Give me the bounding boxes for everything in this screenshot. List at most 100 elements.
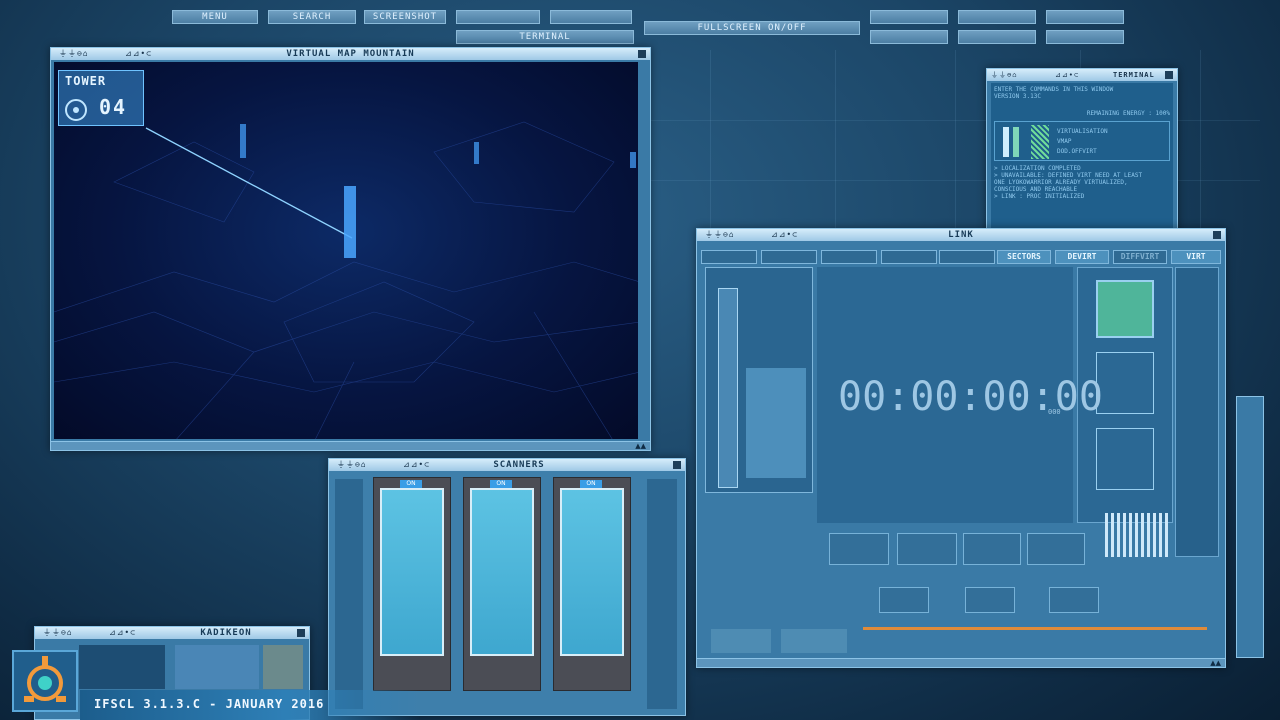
empty-tab[interactable] bbox=[761, 250, 817, 264]
empty-menu-slot[interactable] bbox=[870, 10, 948, 24]
search-button[interactable]: SEARCH bbox=[268, 10, 356, 24]
close-icon[interactable] bbox=[1165, 71, 1173, 79]
terminal-window[interactable]: ⏚⏚⊖⌂ ⊿⊿•⊂ TERMINAL ENTER THE COMMANDS IN… bbox=[986, 68, 1178, 236]
scanner-pod[interactable]: ON bbox=[463, 477, 541, 691]
empty-menu-slot[interactable] bbox=[550, 10, 632, 24]
kadikeon-graph bbox=[79, 645, 165, 689]
window-control-icons[interactable]: ⊿⊿•⊂ bbox=[403, 459, 430, 471]
screenshot-button[interactable]: SCREENSHOT bbox=[364, 10, 446, 24]
virt-gauge bbox=[1003, 127, 1009, 157]
menu-button[interactable]: MENU bbox=[172, 10, 258, 24]
energy-bar bbox=[718, 288, 738, 488]
tab-diffvirt[interactable]: DIFFVIRT bbox=[1113, 250, 1167, 264]
empty-tab[interactable] bbox=[881, 250, 937, 264]
info-panel bbox=[705, 267, 813, 493]
transfer-button[interactable] bbox=[879, 587, 929, 613]
window-titlebar[interactable]: ⏚⏚⊖⌂ ⊿⊿•⊂ TERMINAL bbox=[987, 69, 1177, 81]
window-control-icons[interactable]: ⏚⏚⊖⌂ bbox=[43, 627, 73, 639]
virtual-map-window[interactable]: ⏚⏚⊖⌂ ⊿⊿•⊂ VIRTUAL MAP MOUNTAIN TOWER 04 … bbox=[50, 47, 651, 451]
close-icon[interactable] bbox=[1213, 231, 1221, 239]
window-titlebar[interactable]: ⏚⏚⊖⌂ ⊿⊿•⊂ LINK bbox=[697, 229, 1225, 241]
version-label: IFSCL 3.1.3.C - JANUARY 2016 bbox=[94, 697, 325, 711]
window-control-icons[interactable]: ⏚⏚⊖⌂ bbox=[337, 459, 367, 471]
empty-menu-slot[interactable] bbox=[456, 10, 540, 24]
close-icon[interactable] bbox=[297, 629, 305, 637]
window-control-icons[interactable]: ⏚⏚⊖⌂ bbox=[991, 69, 1017, 81]
terminal-line: ENTER THE COMMANDS IN THIS WINDOW bbox=[994, 86, 1114, 93]
window-titlebar[interactable]: ⏚⏚⊖⌂ ⊿⊿•⊂ KADIKEON bbox=[35, 627, 309, 639]
scanner-glass bbox=[470, 488, 534, 656]
tab-virt[interactable]: VIRT bbox=[1171, 250, 1221, 264]
virt-item: VIRTUALISATION bbox=[1057, 128, 1108, 135]
tower-target-icon bbox=[65, 99, 87, 121]
empty-menu-slot[interactable] bbox=[958, 30, 1036, 44]
grid-preview bbox=[1096, 428, 1154, 490]
window-titlebar[interactable]: ⏚⏚⊖⌂ ⊿⊿•⊂ VIRTUAL MAP MOUNTAIN bbox=[51, 48, 650, 60]
window-title: KADIKEON bbox=[200, 628, 252, 638]
vehicle-icon[interactable] bbox=[1027, 533, 1085, 565]
tower-label: TOWER bbox=[65, 74, 107, 88]
fullscreen-toggle-button[interactable]: FULLSCREEN ON/OFF bbox=[644, 21, 860, 35]
window-control-icons[interactable]: ⊿⊿•⊂ bbox=[109, 627, 136, 639]
resize-icon[interactable]: ▲▲ bbox=[635, 442, 646, 451]
transfer-button[interactable] bbox=[965, 587, 1015, 613]
3d-map-view[interactable]: TOWER 04 bbox=[54, 62, 638, 439]
ifscl-logo[interactable] bbox=[12, 650, 78, 712]
empty-tab[interactable] bbox=[701, 250, 757, 264]
terminal-line: > UNAVAILABLE: DEFINED VIRT NEED AT LEAS… bbox=[994, 172, 1143, 179]
terminal-output[interactable]: ENTER THE COMMANDS IN THIS WINDOW VERSIO… bbox=[991, 83, 1173, 235]
gauge-icon[interactable] bbox=[829, 533, 889, 565]
window-footer: ▲▲ bbox=[697, 658, 1225, 667]
scanner-status: ON bbox=[400, 480, 422, 488]
window-control-icons[interactable]: ⊿⊿•⊂ bbox=[1055, 69, 1079, 81]
ifscl-logo-icon bbox=[24, 656, 66, 702]
window-titlebar[interactable]: ⏚⏚⊖⌂ ⊿⊿•⊂ SCANNERS bbox=[329, 459, 685, 471]
preview-image bbox=[1096, 280, 1154, 338]
footer-panel bbox=[711, 629, 771, 653]
data-block bbox=[746, 368, 806, 478]
scanner-glass bbox=[380, 488, 444, 656]
empty-menu-slot[interactable] bbox=[870, 30, 948, 44]
window-title: SCANNERS bbox=[493, 460, 545, 470]
tower-number: 04 bbox=[99, 95, 128, 119]
tower-badge[interactable]: TOWER 04 bbox=[58, 70, 144, 126]
empty-menu-slot[interactable] bbox=[1046, 10, 1124, 24]
empty-menu-slot[interactable] bbox=[1046, 30, 1124, 44]
timer-milliseconds: 000 bbox=[1048, 408, 1061, 416]
window-title: LINK bbox=[948, 230, 974, 240]
scanners-window[interactable]: ⏚⏚⊖⌂ ⊿⊿•⊂ SCANNERS ON ON ON bbox=[328, 458, 686, 716]
terminal-line: ONE LYOKOWARRIOR ALREADY VIRTUALIZED, bbox=[994, 179, 1128, 186]
virt-item: DOD.OFFVIRT bbox=[1057, 148, 1097, 155]
virt-item: VMAP bbox=[1057, 138, 1072, 145]
timer-display: 00:00:00:00 bbox=[838, 374, 1103, 420]
tab-sectors[interactable]: SECTORS bbox=[997, 250, 1051, 264]
scanner-status: ON bbox=[580, 480, 602, 488]
level-bars bbox=[1105, 513, 1171, 557]
virt-panel: VIRTUALISATION VMAP DOD.OFFVIRT bbox=[994, 121, 1170, 161]
empty-tab[interactable] bbox=[821, 250, 877, 264]
close-icon[interactable] bbox=[673, 461, 681, 469]
link-window[interactable]: ⏚⏚⊖⌂ ⊿⊿•⊂ LINK SECTORS DEVIRT DIFFVIRT V… bbox=[696, 228, 1226, 668]
scanner-status: ON bbox=[490, 480, 512, 488]
terminal-button[interactable]: TERMINAL bbox=[456, 30, 634, 44]
window-title: VIRTUAL MAP MOUNTAIN bbox=[286, 49, 415, 59]
tab-devirt[interactable]: DEVIRT bbox=[1055, 250, 1109, 264]
kadikeon-list bbox=[175, 645, 259, 689]
progress-line bbox=[863, 627, 1207, 630]
empty-tab[interactable] bbox=[939, 250, 995, 264]
transfer-button[interactable] bbox=[1049, 587, 1099, 613]
figure-preview bbox=[1096, 352, 1154, 414]
gauge-icon[interactable] bbox=[897, 533, 957, 565]
resize-icon[interactable]: ▲▲ bbox=[1210, 659, 1221, 668]
window-footer: ▲▲ bbox=[51, 441, 650, 450]
side-window[interactable] bbox=[1236, 396, 1264, 658]
empty-menu-slot[interactable] bbox=[958, 10, 1036, 24]
scanner-sidebar bbox=[335, 479, 363, 709]
scanner-pod[interactable]: ON bbox=[373, 477, 451, 691]
kadikeon-image bbox=[263, 645, 303, 689]
scanner-glass bbox=[560, 488, 624, 656]
close-icon[interactable] bbox=[638, 50, 646, 58]
terminal-line: CONSCIOUS AND REACHABLE bbox=[994, 186, 1078, 193]
scanner-pod[interactable]: ON bbox=[553, 477, 631, 691]
virt-gauge bbox=[1013, 127, 1019, 157]
